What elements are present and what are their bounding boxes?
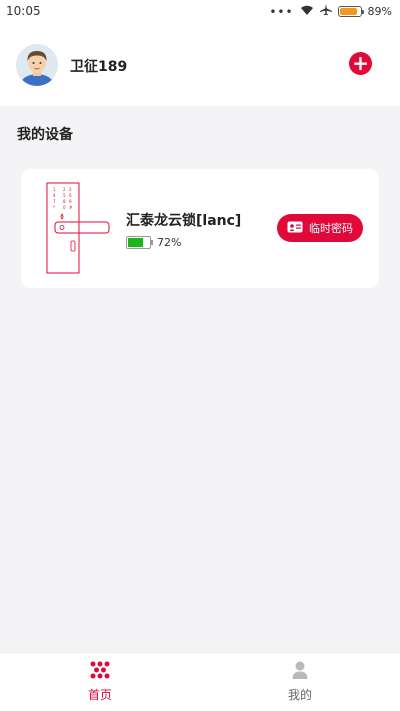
user-header: 卫征189 + [0, 24, 400, 106]
svg-text:7: 7 [53, 199, 56, 204]
svg-text:4: 4 [53, 193, 56, 198]
user-icon [291, 661, 309, 682]
svg-text:5: 5 [63, 193, 66, 198]
bottom-tab-bar: 首页 我的 [0, 652, 400, 711]
smart-lock-icon: 1 23 4 56 7 89 * 0 # [45, 182, 111, 275]
temp-password-button[interactable]: 临时密码 [277, 214, 363, 242]
device-battery-percent: 72% [157, 236, 182, 249]
device-name: 汇泰龙云锁[lanc] [126, 213, 242, 229]
battery-level-icon [126, 236, 153, 249]
home-icon [89, 661, 111, 682]
battery-percent: 89% [367, 5, 392, 18]
battery-icon [337, 6, 364, 17]
svg-text:*: * [53, 205, 55, 210]
airplane-icon [319, 4, 332, 19]
svg-text:6: 6 [69, 193, 72, 198]
id-card-icon [287, 221, 303, 236]
section-title: 我的设备 [17, 127, 73, 143]
svg-text:3: 3 [69, 187, 72, 192]
status-icons: ••• 89% [269, 4, 392, 19]
svg-text:9: 9 [69, 199, 72, 204]
add-device-button[interactable]: + [349, 52, 372, 75]
svg-text:1: 1 [53, 187, 56, 192]
device-card[interactable]: 1 23 4 56 7 89 * 0 # 汇泰龙云锁[lanc] 72% 临时密码 [21, 169, 379, 288]
tab-mine-label: 我的 [287, 688, 312, 702]
status-bar: 10:05 ••• 89% [0, 0, 400, 24]
avatar[interactable] [16, 44, 58, 86]
more-dots-icon: ••• [269, 4, 294, 19]
wifi-icon [300, 5, 314, 19]
temp-password-label: 临时密码 [309, 222, 353, 235]
svg-text:8: 8 [63, 199, 66, 204]
svg-text:2: 2 [63, 187, 66, 192]
svg-text:0: 0 [63, 205, 66, 210]
tab-home[interactable]: 首页 [0, 653, 200, 711]
plus-icon: + [352, 51, 369, 75]
device-battery: 72% [126, 236, 181, 249]
status-time: 10:05 [6, 4, 41, 18]
username: 卫征189 [70, 59, 128, 75]
tab-home-label: 首页 [87, 688, 112, 702]
tab-mine[interactable]: 我的 [200, 653, 400, 711]
svg-text:#: # [69, 205, 73, 210]
